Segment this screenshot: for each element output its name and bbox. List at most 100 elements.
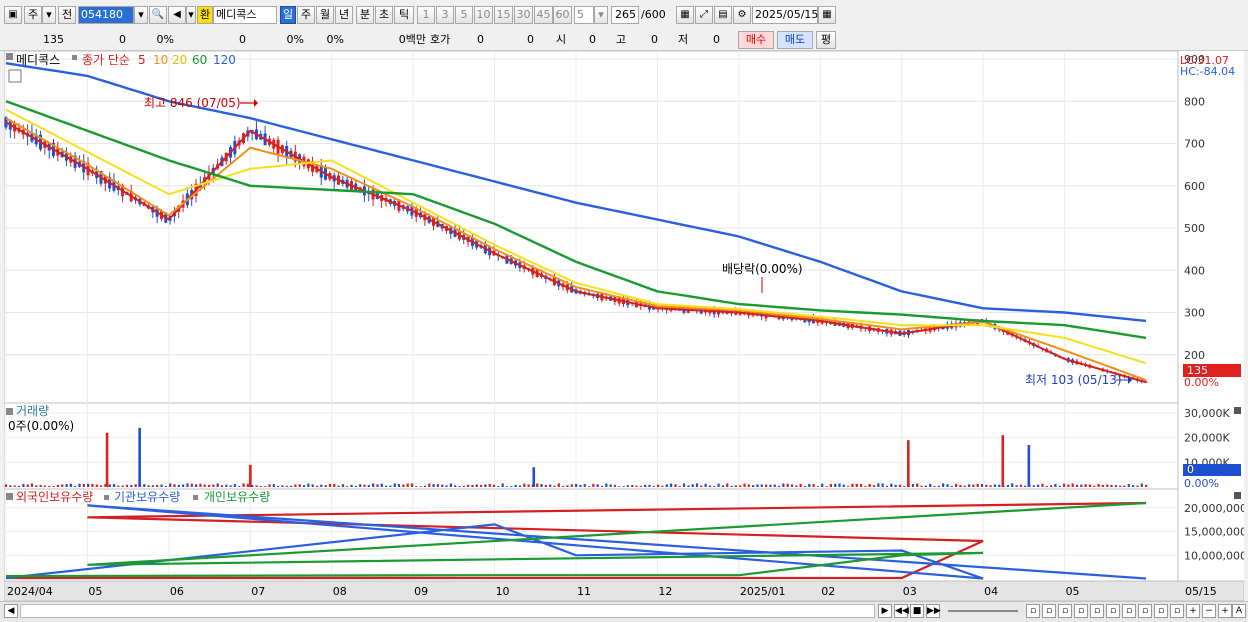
code-input[interactable]: 054180 [78,6,134,24]
zoom-out-icon[interactable]: − [1202,604,1216,618]
volume-bar [454,485,457,487]
volume-bar [22,483,25,487]
jong-button[interactable]: 주 [24,6,42,24]
tool9-icon[interactable]: ▫ [1154,604,1168,618]
zoom-in-icon[interactable]: + [1186,604,1200,618]
interval-1-button[interactable]: 1 [417,6,435,24]
volume-bar [1101,484,1105,487]
volume-panel-close-icon[interactable] [1234,407,1241,414]
period-month-button[interactable]: 월 [316,6,334,24]
volume-bar [1071,483,1074,487]
holding-tick-label: 20,000,000 [1184,502,1244,515]
count-input[interactable]: 5 [574,6,594,24]
jeo-value: 0 [713,33,720,46]
interval-15-button[interactable]: 15 [494,6,513,24]
zoom-slider[interactable] [948,610,1018,612]
bar-count-input[interactable]: 265 [611,6,639,24]
font-icon[interactable]: A [1232,604,1246,618]
volume-bar [458,485,461,487]
tool4-icon[interactable]: ▫ [1074,604,1088,618]
play-fwd-icon[interactable]: ▶▶ [926,604,941,618]
volume-value: 0주(0.00%) [8,419,74,433]
volume-bar [190,483,193,487]
chart-svg[interactable]: 20030040050060070080090010,000K20,000K30… [4,51,1244,601]
volume-bar [687,485,690,487]
volume-bar [436,484,440,487]
tool10-icon[interactable]: ▫ [1170,604,1184,618]
speaker-dropdown-icon[interactable]: ▾ [186,6,196,24]
date-input[interactable]: 2025/05/15 [752,6,818,24]
volume-bar [290,485,293,487]
period-day-button[interactable]: 일 [280,6,296,24]
interval-5-button[interactable]: 5 [455,6,473,24]
volume-bar [704,483,707,487]
period-tick-button[interactable]: 틱 [394,6,414,24]
volume-bar [1024,485,1027,487]
chart-area[interactable]: 200 300 400 500 600 700 800 900 10,000K 20,000K 30… [4,51,1244,601]
tool8-icon[interactable]: ▫ [1138,604,1152,618]
play-back-icon[interactable]: ◀◀ [894,604,909,618]
volume-bar [557,483,560,487]
tool2-icon[interactable]: ▫ [1042,604,1056,618]
volume-bar [622,486,625,487]
period-year-button[interactable]: 년 [335,6,353,24]
interval-10-button[interactable]: 10 [474,6,493,24]
volume-bar [644,484,647,487]
sell-button[interactable]: 매도 [777,31,813,49]
code-dropdown-icon[interactable]: ▾ [134,6,148,24]
calendar-icon[interactable]: ▦ [818,6,836,24]
save-icon[interactable]: ▤ [714,6,732,24]
hwan-button[interactable]: 환 [197,6,213,24]
price-tick-label: 200 [1184,349,1205,362]
tool6-icon[interactable]: ▫ [1106,604,1120,618]
scroll-track[interactable] [20,604,875,618]
period-second-button[interactable]: 초 [375,6,393,24]
speaker-icon[interactable]: ◀ [168,6,186,24]
volume-bar [1136,485,1139,487]
period-minute-button[interactable]: 분 [356,6,374,24]
stop-icon[interactable]: ■ [910,604,924,618]
tool7-icon[interactable]: ▫ [1122,604,1136,618]
tool5-icon[interactable]: ▫ [1090,604,1104,618]
zoom-icon[interactable]: ▦ [676,6,694,24]
holding-panel-close-icon[interactable] [1234,492,1241,499]
gear-icon[interactable]: ⚙ [733,6,751,24]
volume-bar [445,485,448,487]
volume-bar [626,485,630,487]
volume-bar [657,484,660,487]
volume-bar [497,486,500,487]
add-icon[interactable]: + [1218,604,1232,618]
period-week-button[interactable]: 주 [297,6,315,24]
volume-bar [799,483,802,487]
tool3-icon[interactable]: ▫ [1058,604,1072,618]
volume-bar [302,485,306,487]
table-icon[interactable] [8,69,22,83]
window-icon[interactable]: ▣ [4,6,22,24]
interval-3-button[interactable]: 3 [436,6,454,24]
interval-60-button[interactable]: 60 [553,6,572,24]
search-icon[interactable]: 🔍 [149,6,167,24]
buy-button[interactable]: 매수 [738,31,774,49]
volume-bar [747,484,750,487]
quote-bar: 135 0 0% 0 0% 0% 0백만 호가 0 0 시 0 고 0 저 0 … [0,30,1248,51]
volume-bar [652,485,655,487]
price-tick-label: 500 [1184,222,1205,235]
jong-dropdown-icon[interactable]: ▾ [42,6,56,24]
volume-bar [890,483,893,487]
volume-bar [26,484,29,487]
draw-icon[interactable]: ⤢ [695,6,713,24]
scroll-right-icon[interactable]: ▶ [878,604,892,618]
tool1-icon[interactable]: ▫ [1026,604,1040,618]
volume-bar [1075,484,1079,487]
interval-30-button[interactable]: 30 [514,6,533,24]
volume-bar [177,484,180,487]
interval-45-button[interactable]: 45 [534,6,553,24]
count-dropdown-icon[interactable]: ▾ [594,6,608,24]
price-tick-label: 800 [1184,95,1205,108]
scroll-left-icon[interactable]: ◀ [4,604,18,618]
stock-name-field[interactable]: 메디콕스 [213,6,277,24]
x-tick-label: 03 [903,585,917,598]
volume-bar [462,485,465,487]
pyeong-button[interactable]: 평 [816,31,836,49]
jeon-button[interactable]: 전 [58,6,76,24]
